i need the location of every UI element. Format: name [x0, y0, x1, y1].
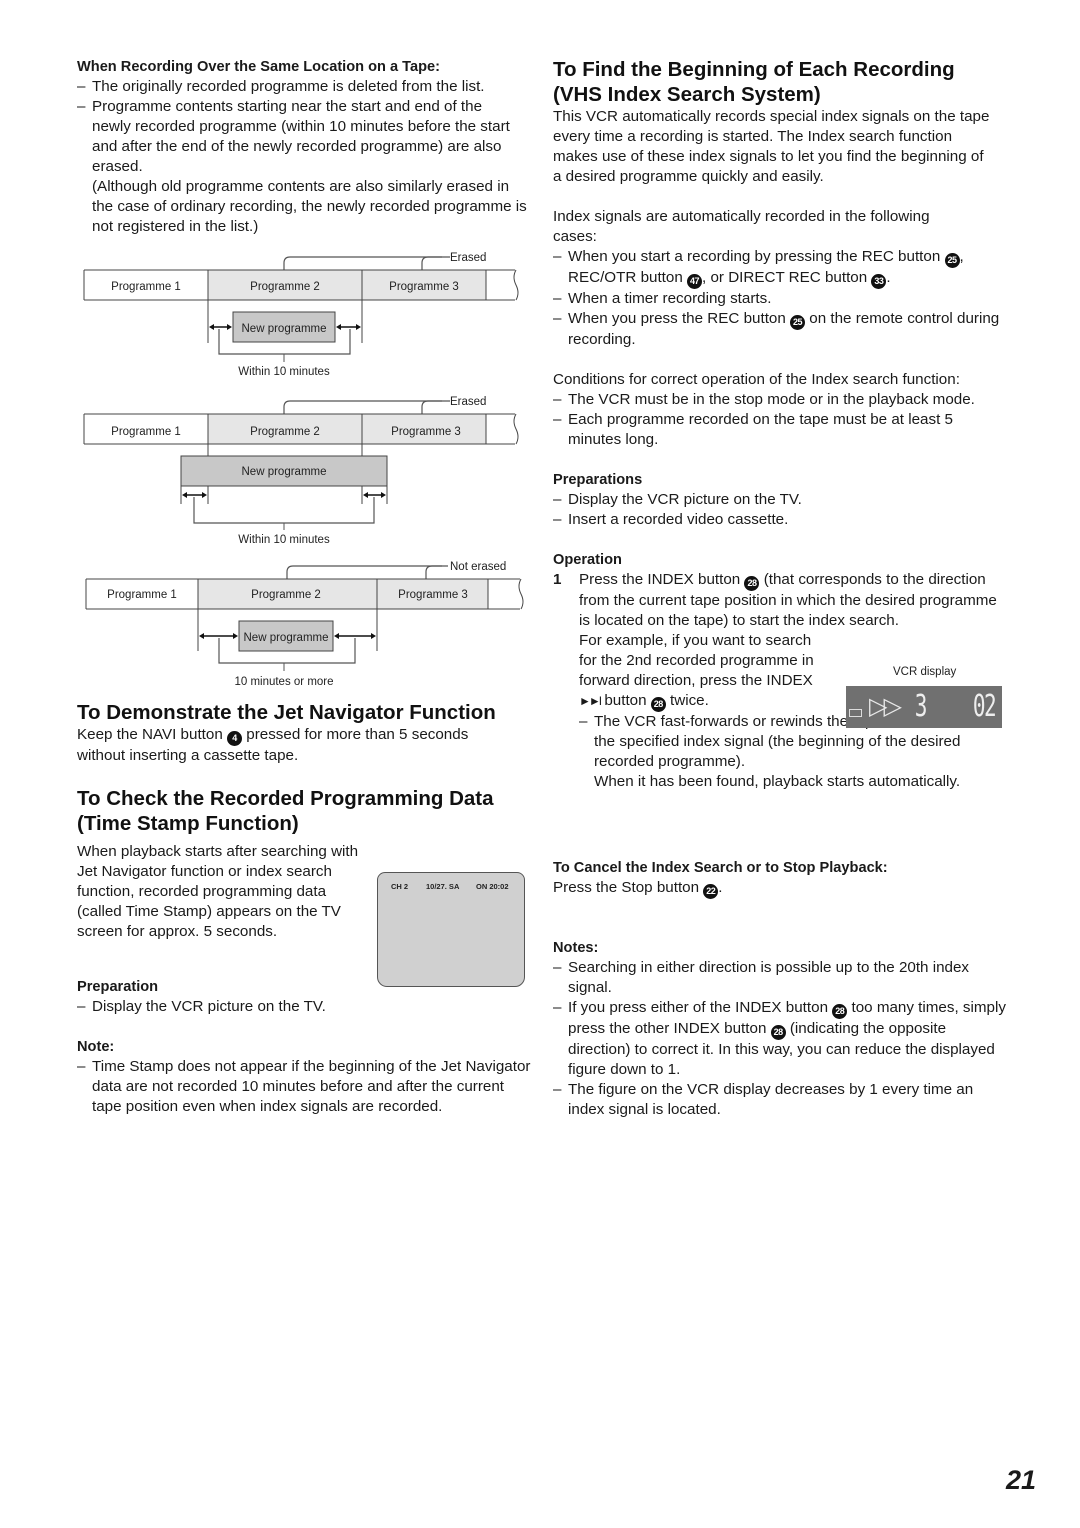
index-button-ref: 28 — [770, 1025, 786, 1040]
programme-1-label: Programme 1 — [107, 589, 177, 601]
timestamp-prep: Preparation Display the VCR picture on t… — [77, 977, 532, 1117]
rec-button-ref: 25 — [944, 253, 960, 268]
left-column: When Recording Over the Same Location on… — [77, 57, 527, 237]
index-forward-icon: ►►I — [579, 694, 602, 708]
note-item: Searching in either direction is possibl… — [553, 958, 988, 998]
programme-1-label: Programme 1 — [111, 426, 181, 438]
status-label: Not erased — [450, 561, 506, 573]
programme-3-label: Programme 3 — [391, 426, 461, 438]
vcr-display-label: VCR display — [893, 666, 957, 678]
demo-section: To Demonstrate the Jet Navigator Functio… — [77, 700, 532, 766]
note-item: If you press either of the INDEX button … — [553, 998, 1008, 1080]
programme-2-label: Programme 2 — [250, 426, 320, 438]
navi-button-ref: 4 — [227, 731, 243, 746]
cancel-section: To Cancel the Index Search or to Stop Pl… — [553, 858, 1008, 899]
auto-item: When you press the REC button 25 on the … — [553, 309, 1008, 350]
status-label: Erased — [450, 396, 486, 408]
programme-3-label: Programme 3 — [389, 281, 459, 293]
demo-text: Keep the NAVI button 4 pressed for more … — [77, 726, 469, 764]
cassette-icon — [849, 709, 862, 717]
step-example: For example, if you want to search for t… — [579, 631, 819, 712]
status-label: Erased — [450, 252, 486, 264]
caption: Within 10 minutes — [238, 366, 330, 378]
vcr-digit: 3 — [914, 689, 928, 724]
new-programme-label: New programme — [242, 466, 327, 478]
vcr-display: ▷▷ 3 02 — [846, 686, 1002, 728]
index-button-ref: 28 — [832, 1004, 848, 1019]
condition-item: The VCR must be in the stop mode or in t… — [553, 390, 983, 410]
rec-otr-button-ref: 47 — [687, 274, 703, 289]
tape-diagram-2: Erased Programme 1 Programme 2 Programme… — [83, 396, 519, 546]
tv-date: 10/27. SA — [426, 882, 460, 891]
index-button-ref: 28 — [744, 576, 760, 591]
operation-heading: Operation — [553, 552, 622, 568]
caption: Within 10 minutes — [238, 534, 330, 546]
conditions-intro: Conditions for correct operation of the … — [553, 371, 960, 388]
new-programme-label: New programme — [242, 323, 327, 335]
direct-rec-button-ref: 33 — [871, 274, 887, 289]
direction-glyph: ▷▷ — [869, 693, 902, 720]
tv-screen-illustration: CH 2 10/27. SA ON 20:02 — [377, 872, 525, 987]
index-intro: This VCR automatically records special i… — [553, 108, 990, 185]
note-item: The figure on the VCR display decreases … — [553, 1080, 1008, 1120]
tv-time: ON 20:02 — [476, 882, 509, 891]
condition-item: Each programme recorded on the tape must… — [553, 410, 993, 450]
index-search-title: To Find the Beginning of Each Recording … — [553, 58, 955, 106]
right-column: To Find the Beginning of Each Recording … — [553, 57, 1008, 792]
new-programme-label: New programme — [244, 632, 329, 644]
programme-1-label: Programme 1 — [111, 281, 181, 293]
overwrite-heading: When Recording Over the Same Location on… — [77, 59, 441, 75]
auto-item: When a timer recording starts. — [553, 289, 1008, 309]
cancel-heading: To Cancel the Index Search or to Stop Pl… — [553, 860, 888, 876]
cancel-text: Press the Stop button 22. — [553, 878, 1008, 899]
stop-button-ref: 22 — [703, 884, 719, 899]
operation-step: 1 Press the INDEX button 28 (that corres… — [553, 570, 999, 792]
index-button-ref: 28 — [650, 697, 666, 712]
auto-item: When you start a recording by pressing t… — [553, 247, 1008, 289]
page-number: 21 — [1006, 1465, 1037, 1495]
timestamp-title: To Check the Recorded Programming Data (… — [77, 787, 494, 835]
programme-2-label: Programme 2 — [251, 589, 321, 601]
vcr-counter: 02 — [972, 689, 997, 724]
notes-section: Notes: Searching in either direction is … — [553, 938, 1008, 1120]
timestamp-body: When playback starts after searching wit… — [77, 843, 359, 940]
tv-channel: CH 2 — [391, 882, 409, 891]
notes-heading: Notes: — [553, 940, 599, 956]
overwrite-item: The originally recorded programme is del… — [77, 77, 527, 97]
preparations-heading: Preparations — [553, 472, 643, 488]
programme-2-label: Programme 2 — [250, 281, 320, 293]
overwrite-aside: (Although old programme contents are als… — [92, 178, 527, 235]
caption: 10 minutes or more — [234, 676, 333, 688]
programme-3-label: Programme 3 — [398, 589, 468, 601]
preparation-item: Display the VCR picture on the TV. — [553, 490, 1008, 510]
overwrite-item: Programme contents starting near the sta… — [77, 97, 517, 177]
rec-button-ref: 25 — [790, 315, 806, 330]
auto-intro: Index signals are automatically recorded… — [553, 208, 930, 245]
tape-diagram-1: Erased Programme 1 Programme 2 Programme… — [83, 252, 519, 378]
demo-title: To Demonstrate the Jet Navigator Functio… — [77, 701, 496, 724]
tape-diagram-3: Not erased Programme 1 Programme 2 Progr… — [85, 561, 524, 688]
preparation-item: Insert a recorded video cassette. — [553, 510, 1008, 530]
